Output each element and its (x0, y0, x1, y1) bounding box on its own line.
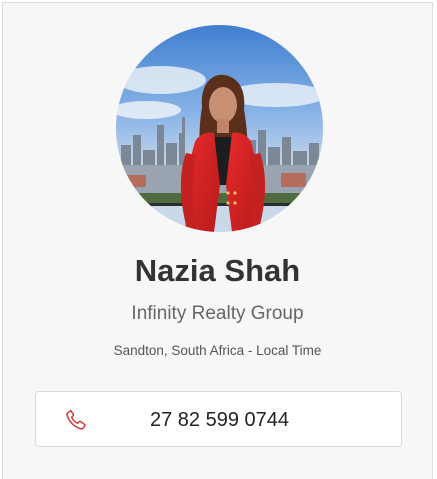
phone-button[interactable]: 27 82 599 0744 (35, 391, 402, 447)
avatar (116, 25, 323, 232)
agent-company: Infinity Realty Group (131, 303, 304, 324)
avatar-photo (116, 25, 323, 232)
agent-location-time: Sandton, South Africa - Local Time (113, 343, 322, 358)
agent-name: Nazia Shah (134, 253, 301, 288)
phone-number: 27 82 599 0744 (149, 409, 290, 431)
agent-profile-card: Nazia Shah Infinity Realty Group Sandton… (2, 2, 433, 479)
